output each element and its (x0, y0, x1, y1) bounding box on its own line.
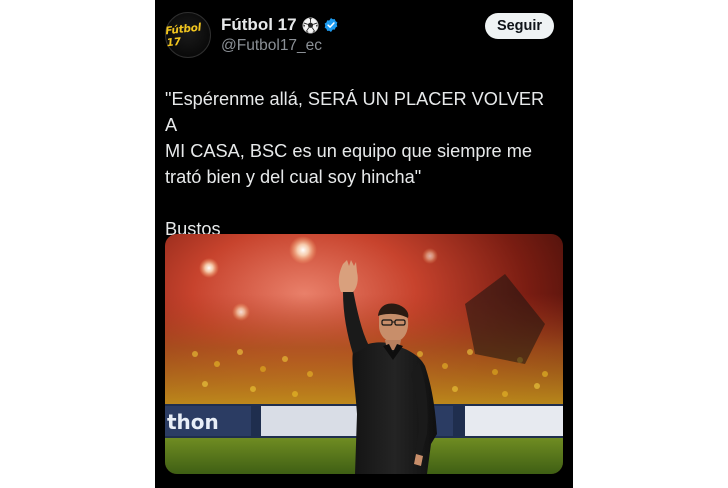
tweet-photo[interactable]: thon (165, 234, 563, 474)
name-row: Fútbol 17 (221, 14, 339, 36)
account-handle[interactable]: @Futbol17_ec (221, 37, 339, 55)
verified-badge-icon (323, 17, 339, 33)
stadium-photo: thon (165, 234, 563, 474)
soccer-ball-icon (302, 17, 319, 34)
banner-text: thon (167, 410, 219, 434)
display-name[interactable]: Fútbol 17 (221, 15, 297, 35)
avatar-logo-text: Fútbol 17 (164, 21, 202, 50)
page-canvas: Fútbol 17 Fútbol 17 @Futbol17_ec Seguir … (0, 0, 728, 488)
tweet-card[interactable]: Fútbol 17 Fútbol 17 @Futbol17_ec Seguir … (155, 0, 573, 488)
tweet-header: Fútbol 17 @Futbol17_ec (221, 14, 339, 55)
tweet-text: "Espérenme allá, SERÁ UN PLACER VOLVER A… (165, 89, 545, 239)
avatar[interactable]: Fútbol 17 (165, 12, 211, 58)
follow-button[interactable]: Seguir (485, 13, 554, 39)
